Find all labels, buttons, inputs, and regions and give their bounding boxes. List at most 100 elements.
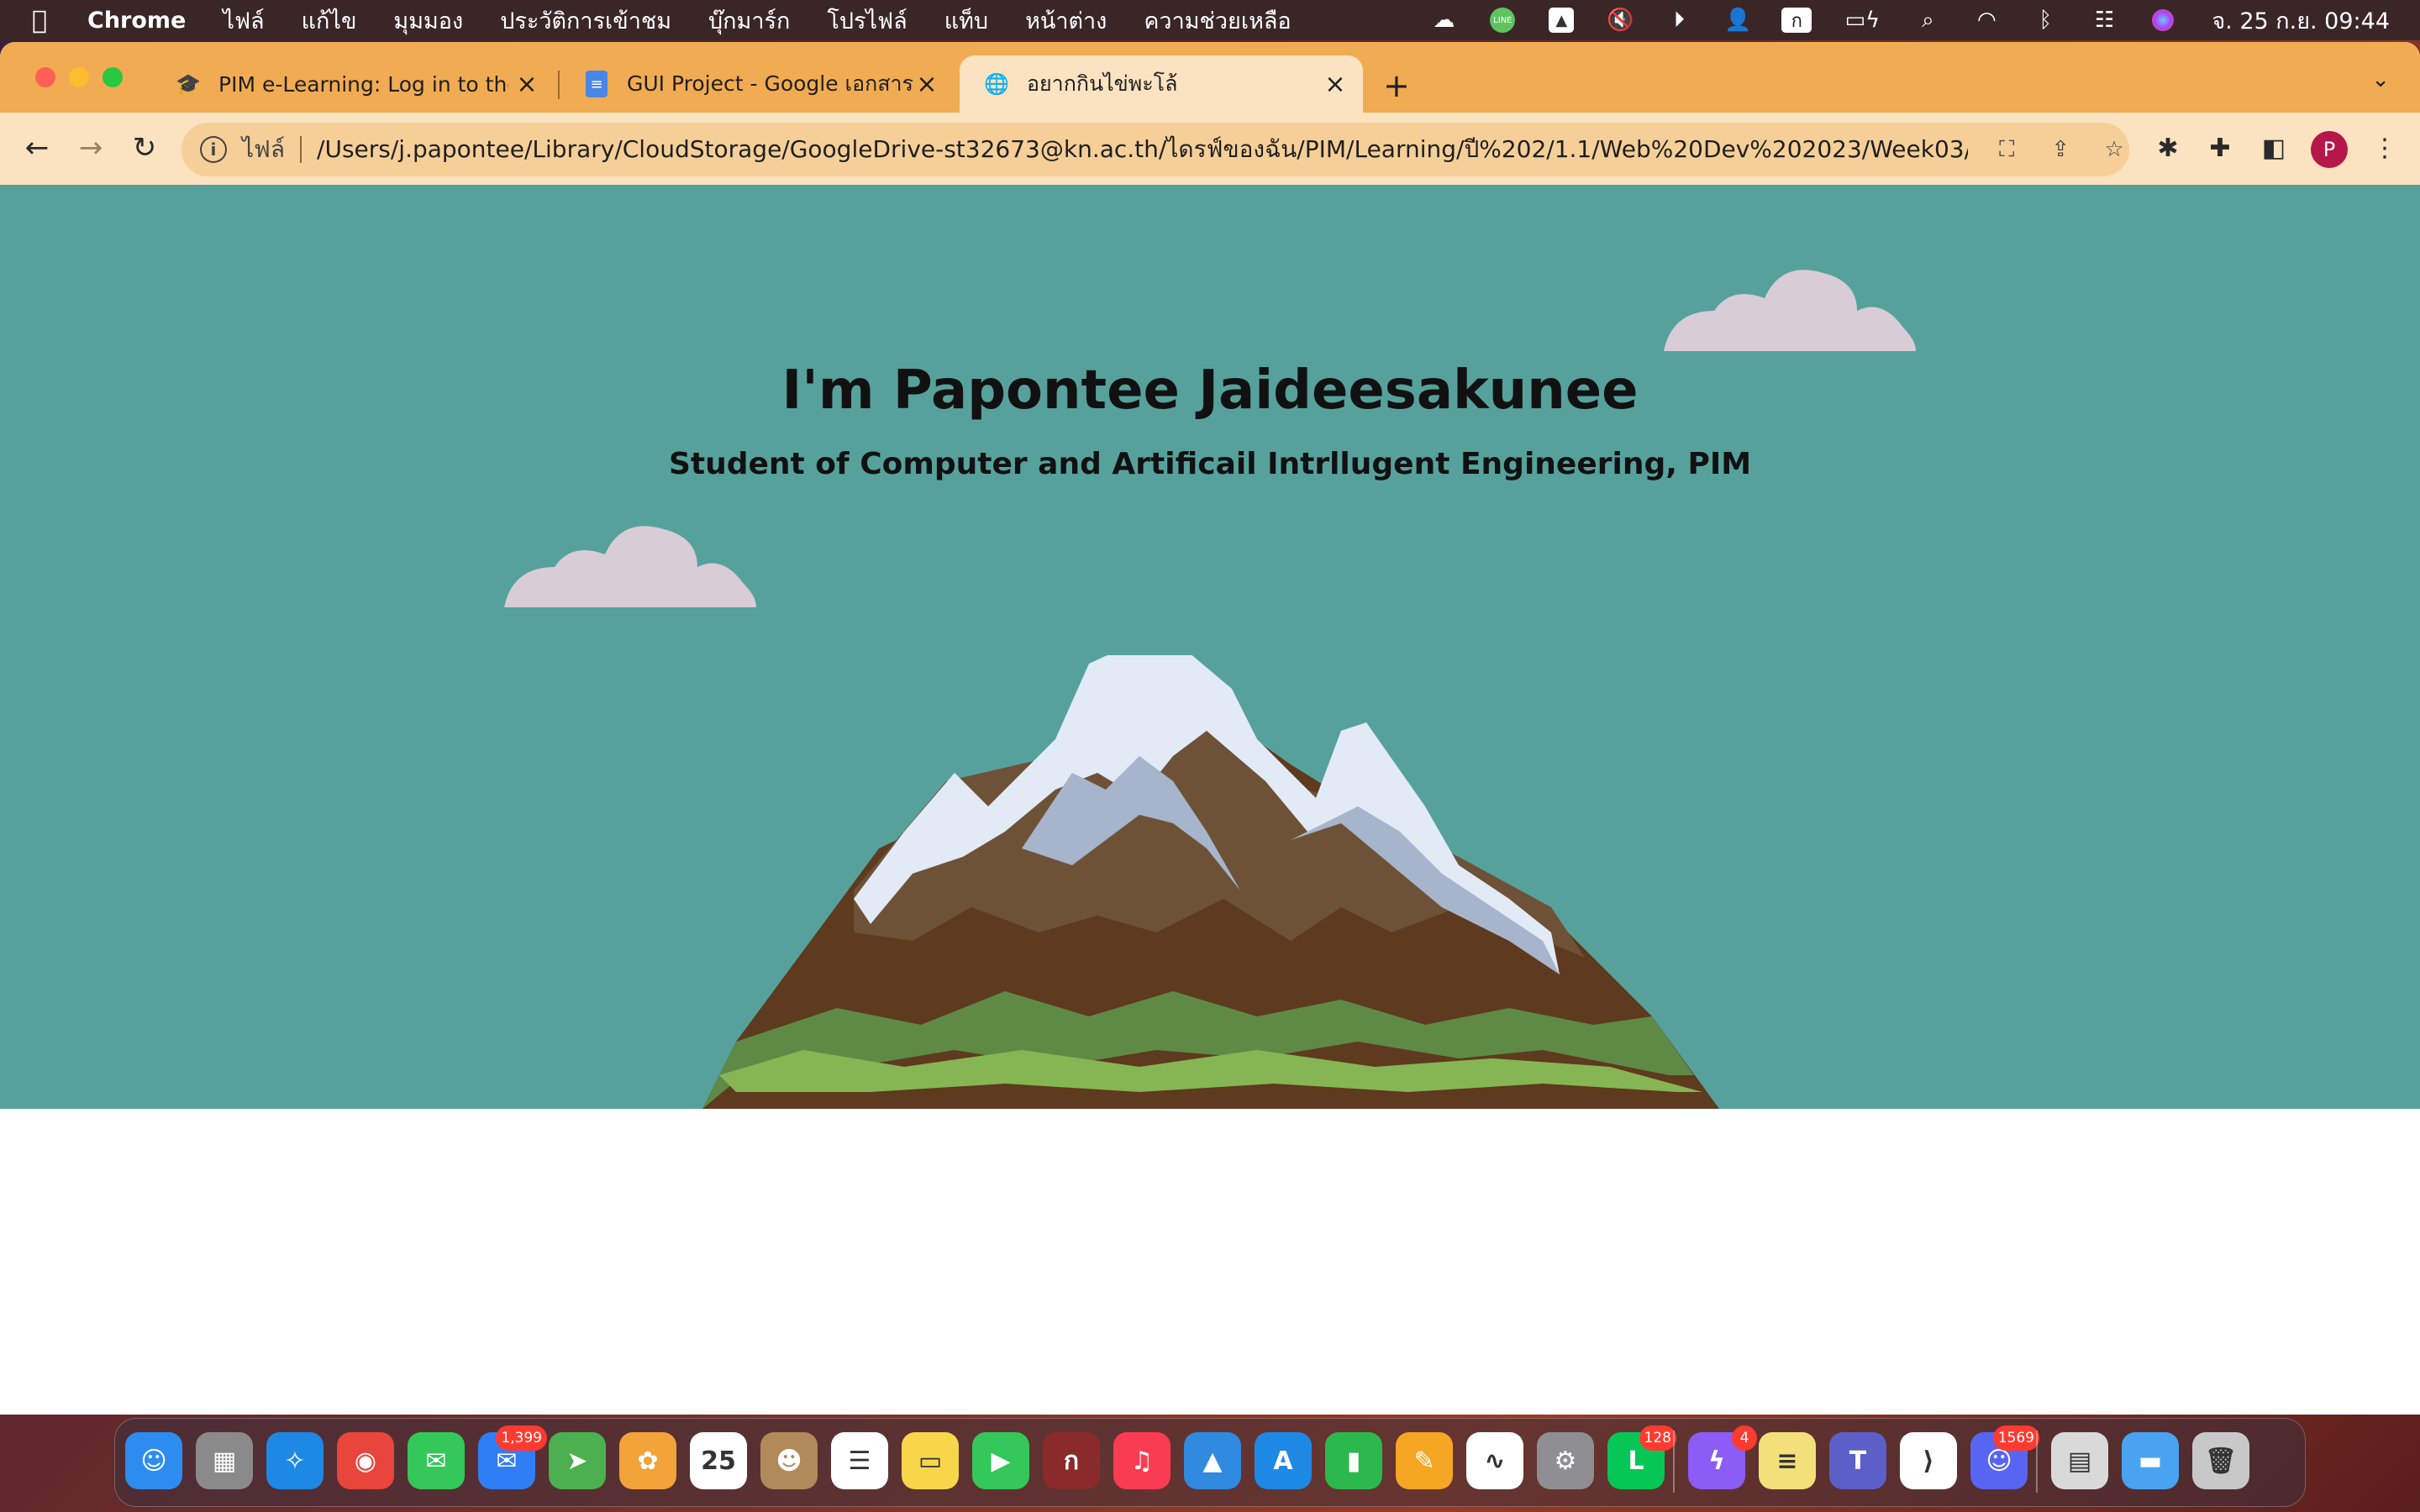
bug-extension-icon[interactable]: ✱ (2149, 129, 2186, 166)
forward-button[interactable]: → (72, 129, 109, 166)
dictionary-icon[interactable]: ก (1043, 1432, 1100, 1489)
maps-icon[interactable]: ➤ (549, 1432, 606, 1489)
play-icon[interactable]: ⏵ (1664, 8, 1694, 33)
settings-icon[interactable]: ⚙ (1537, 1432, 1594, 1489)
input-method-icon[interactable]: ก (1781, 8, 1812, 33)
close-tab-icon[interactable]: × (1321, 70, 1349, 99)
menu-profiles[interactable]: โปรไฟล์ (827, 3, 907, 39)
folder-icon[interactable]: ▬ (2122, 1432, 2179, 1489)
mute-icon[interactable]: 🔇 (1605, 8, 1635, 33)
search-icon[interactable]: ⌕ (1912, 8, 1943, 33)
facetime-icon[interactable]: ▶ (972, 1432, 1029, 1489)
tab-search-icon[interactable]: ⌄ (2371, 67, 2390, 92)
browser-window: 🎓 PIM e-Learning: Log in to the s × ≡ GU… (0, 42, 2420, 1415)
bluetooth-icon[interactable]: ᛒ (2030, 8, 2060, 33)
vscode-icon[interactable]: ⟩ (1900, 1432, 1957, 1489)
dock-separator (1673, 1431, 1675, 1493)
line-icon[interactable]: LINE (1487, 8, 1518, 33)
photos-icon[interactable]: ✿ (619, 1432, 676, 1489)
url-text[interactable]: /Users/j.papontee/Library/CloudStorage/G… (317, 131, 1968, 168)
menu-edit[interactable]: แก้ไข (302, 3, 357, 39)
cloud-left (504, 526, 756, 607)
back-button[interactable]: ← (18, 129, 55, 166)
finder-icon[interactable]: ☺ (125, 1432, 182, 1489)
numbers-icon[interactable]: ▮ (1325, 1432, 1382, 1489)
tab-gui-project[interactable]: ≡ GUI Project - Google เอกสาร × (560, 55, 955, 113)
input-method-label: ก (1781, 8, 1812, 33)
translate-icon[interactable]: ⛶ (1991, 137, 2022, 163)
freeform-icon[interactable]: ∿ (1466, 1432, 1523, 1489)
notification-badge: 4 (1732, 1425, 1757, 1451)
minimize-window-button[interactable] (69, 67, 89, 87)
menu-history[interactable]: ประวัติการเข้าชม (500, 3, 671, 39)
apple-icon[interactable]:  (32, 6, 76, 35)
google-drive-icon[interactable]: ▲ (1546, 8, 1576, 33)
reminders-icon[interactable]: ☰ (831, 1432, 888, 1489)
music-icon[interactable]: ♫ (1113, 1432, 1171, 1489)
site-info-icon[interactable]: i (200, 136, 227, 163)
close-tab-icon[interactable]: × (513, 70, 541, 99)
new-tab-button[interactable]: + (1383, 67, 1410, 104)
bookmark-star-icon[interactable]: ☆ (2099, 137, 2129, 162)
discord-icon[interactable]: ☺ 1569 (1970, 1425, 2039, 1489)
keynote-icon[interactable]: ▲ (1184, 1432, 1241, 1489)
omnibox-divider (300, 136, 302, 163)
profile-avatar[interactable]: P (2311, 131, 2348, 168)
stickies-icon[interactable]: ≡ (1759, 1432, 1816, 1489)
calendar-icon[interactable]: 25 (690, 1432, 747, 1489)
zoom-window-button[interactable] (103, 67, 123, 87)
launchpad-icon[interactable]: ▦ (196, 1432, 253, 1489)
graduation-cap-icon: 🎓 (176, 72, 201, 96)
pages-icon[interactable]: ✎ (1396, 1432, 1453, 1489)
trash-icon[interactable]: 🗑 (2192, 1432, 2249, 1489)
notification-badge: 1,399 (496, 1425, 547, 1451)
documents-stack-icon[interactable]: ▤ (2051, 1432, 2108, 1489)
chrome-icon[interactable]: ◉ (337, 1432, 394, 1489)
side-panel-icon[interactable]: ◧ (2255, 129, 2292, 166)
dock: ☺ ▦ ✧ ◉ ✉ ✉ 1,399 ➤ ✿ 25 ☻ ☰ ▭ ▶ ก ♫ ▲ A ▮ ✎ ∿ ⚙ L 128 ϟ 4 ≡ T ⟩ ☺ 156… (114, 1418, 2306, 1507)
icloud-icon[interactable]: ☁ (1428, 8, 1459, 33)
control-center-icon[interactable]: ☷ (2089, 8, 2119, 33)
menu-file[interactable]: ไฟล์ (223, 3, 264, 39)
menu-tab[interactable]: แท็บ (944, 3, 988, 39)
notes-icon[interactable]: ▭ (902, 1432, 959, 1489)
mountain-illustration (702, 655, 1719, 1109)
scheme-label: ไฟล์ (241, 135, 286, 163)
user-icon[interactable]: 👤 (1723, 8, 1753, 33)
address-bar[interactable]: i ไฟล์ /Users/j.papontee/Library/CloudSt… (182, 123, 2129, 176)
notification-badge: 1569 (1992, 1425, 2039, 1451)
google-docs-icon: ≡ (583, 71, 610, 97)
app-store-icon[interactable]: A (1255, 1432, 1312, 1489)
menu-clock[interactable]: จ. 25 ก.ย. 09:44 (2212, 3, 2390, 39)
teams-icon[interactable]: T (1829, 1432, 1886, 1489)
tab-active-page[interactable]: 🌐 อยากกินไข่พะโล้ × (960, 55, 1363, 113)
reload-button[interactable]: ↻ (126, 129, 163, 166)
line-icon[interactable]: L 128 (1607, 1425, 1676, 1489)
menu-app-name[interactable]: Chrome (87, 8, 186, 34)
messages-icon[interactable]: ✉ (408, 1432, 465, 1489)
cloud-right (1664, 270, 1916, 351)
tab-pim-elearning[interactable]: 🎓 PIM e-Learning: Log in to the s × (151, 55, 555, 113)
share-icon[interactable]: ⇪ (2045, 137, 2075, 162)
close-window-button[interactable] (35, 67, 55, 87)
menu-help[interactable]: ความช่วยเหลือ (1144, 3, 1291, 39)
dock-separator (2036, 1431, 2038, 1493)
safari-icon[interactable]: ✧ (266, 1432, 324, 1489)
tab-title: PIM e-Learning: Log in to the s (218, 71, 508, 97)
siri-icon[interactable] (2148, 8, 2178, 33)
page-subtitle: Student of Computer and Artificail Intrl… (668, 447, 1752, 481)
wifi-icon[interactable]: ◠ (1971, 8, 2002, 33)
contacts-icon[interactable]: ☻ (760, 1432, 818, 1489)
mail-icon[interactable]: ✉ 1,399 (478, 1425, 547, 1489)
notification-badge: 128 (1639, 1425, 1676, 1451)
tab-title: อยากกินไข่พะโล้ (1027, 71, 1178, 96)
close-tab-icon[interactable]: × (913, 70, 941, 99)
messenger-icon[interactable]: ϟ4 (1688, 1425, 1757, 1489)
menu-view[interactable]: มุมมอง (393, 3, 463, 39)
menu-bookmarks[interactable]: บุ๊กมาร์ก (708, 3, 790, 39)
more-menu-icon[interactable]: ⋮ (2366, 129, 2403, 166)
battery-icon[interactable]: ▭ϟ (1840, 8, 1884, 33)
extensions-puzzle-icon[interactable]: ✚ (2202, 129, 2238, 166)
menu-bar:  Chrome ไฟล์ แก้ไข มุมมอง ประวัติการเข้… (0, 0, 2420, 40)
menu-window[interactable]: หน้าต่าง (1025, 3, 1107, 39)
